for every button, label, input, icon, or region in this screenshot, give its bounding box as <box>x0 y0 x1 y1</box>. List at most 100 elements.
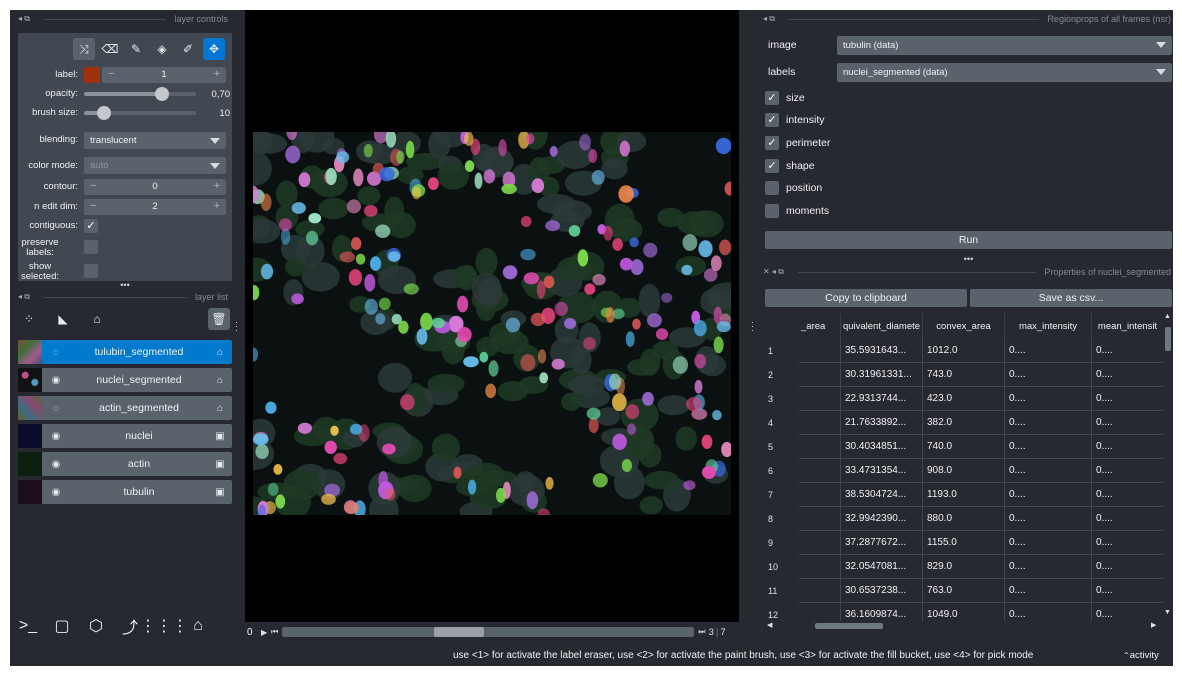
table-cell[interactable]: 743.0 <box>923 363 1005 387</box>
table-horizontal-scroll-handle[interactable] <box>815 623 883 629</box>
run-button[interactable]: Run <box>765 231 1172 249</box>
column-header[interactable]: convex_area <box>923 313 1005 339</box>
table-cell[interactable]: 0.... <box>1092 435 1164 459</box>
table-cell[interactable]: 0.... <box>1005 363 1092 387</box>
row-header[interactable]: 1 <box>765 339 799 363</box>
table-cell[interactable] <box>799 339 841 363</box>
image-select[interactable]: tubulin (data) <box>837 36 1172 55</box>
n-edit-dim-spinbox[interactable]: − 2 + <box>84 199 226 215</box>
table-cell[interactable] <box>799 435 841 459</box>
eye-open-icon[interactable]: ◉ <box>42 487 70 498</box>
opacity-slider-handle[interactable] <box>155 87 169 101</box>
table-cell[interactable] <box>799 579 841 603</box>
table-cell[interactable]: 0.... <box>1005 555 1092 579</box>
grid-view-button[interactable]: ⋮⋮⋮ <box>140 614 188 638</box>
table-horizontal-scrollbar[interactable]: ◀ ▶ <box>765 621 1163 631</box>
table-cell[interactable]: 1012.0 <box>923 339 1005 363</box>
table-cell[interactable]: 0.... <box>1005 483 1092 507</box>
table-cell[interactable]: 0.... <box>1005 411 1092 435</box>
scroll-right-icon[interactable]: ▶ <box>1151 621 1156 629</box>
roll-dims-button[interactable]: ⬡ <box>84 614 108 638</box>
table-cell[interactable]: 0.... <box>1005 579 1092 603</box>
ndisplay-button[interactable]: ▢ <box>50 614 74 638</box>
label-spinbox[interactable]: − 1 + <box>102 67 226 83</box>
size-option[interactable]: ✓ size <box>765 90 805 106</box>
table-cell[interactable]: 30.6537238... <box>841 579 923 603</box>
console-button[interactable]: >_ <box>16 614 40 638</box>
table-cell[interactable]: 38.5304724... <box>841 483 923 507</box>
row-header[interactable]: 6 <box>765 459 799 483</box>
properties-splitter[interactable]: · · · <box>751 318 757 335</box>
table-cell[interactable]: 32.0547081... <box>841 555 923 579</box>
table-cell[interactable]: 0.... <box>1092 483 1164 507</box>
position-option[interactable]: position <box>765 180 822 196</box>
label-increment-button[interactable]: + <box>214 68 220 80</box>
table-cell[interactable]: 37.2877672... <box>841 531 923 555</box>
table-cell[interactable] <box>799 387 841 411</box>
eye-open-icon[interactable]: ◉ <box>42 431 70 442</box>
perimeter-checkbox[interactable]: ✓ <box>765 136 779 150</box>
scroll-up-icon[interactable]: ▲ <box>1164 313 1171 320</box>
row-header[interactable]: 9 <box>765 531 799 555</box>
brush-size-slider-handle[interactable] <box>97 106 111 120</box>
table-cell[interactable]: 382.0 <box>923 411 1005 435</box>
table-cell[interactable]: 33.4731354... <box>841 459 923 483</box>
table-cell[interactable]: 740.0 <box>923 435 1005 459</box>
table-cell[interactable]: 0.... <box>1005 531 1092 555</box>
new-labels-layer-button[interactable]: ⌂ <box>86 308 108 330</box>
table-cell[interactable] <box>799 459 841 483</box>
blending-dropdown[interactable]: translucent <box>84 132 226 149</box>
dock-float-icon[interactable]: ◂ ⧉ <box>763 14 775 24</box>
labels-select[interactable]: nuclei_segmented (data) <box>837 63 1172 82</box>
contiguous-checkbox[interactable]: ✓ <box>84 219 98 233</box>
eye-open-icon[interactable]: ◉ <box>42 375 70 386</box>
opacity-slider[interactable] <box>84 87 196 101</box>
table-cell[interactable]: 30.31961331... <box>841 363 923 387</box>
step-forward-icon[interactable]: ⏭ <box>698 627 705 637</box>
play-icon[interactable]: ▶ <box>261 628 267 637</box>
table-cell[interactable]: 0.... <box>1005 435 1092 459</box>
column-header[interactable]: max_intensity <box>1005 313 1092 339</box>
label-color-swatch[interactable] <box>84 67 100 83</box>
layer-row-actin-segmented[interactable]: ◌ actin_segmented ⌂ <box>18 396 232 420</box>
eye-open-icon[interactable]: ◉ <box>42 459 70 470</box>
activity-button[interactable]: ⌃activity <box>1123 650 1159 661</box>
dock-float-icon[interactable]: ◂ ⧉ <box>18 292 30 302</box>
dims-slider[interactable] <box>282 627 695 637</box>
table-cell[interactable]: 880.0 <box>923 507 1005 531</box>
row-header[interactable]: 5 <box>765 435 799 459</box>
table-cell[interactable]: 0.... <box>1005 339 1092 363</box>
row-header[interactable]: 7 <box>765 483 799 507</box>
layer-row-tubulin[interactable]: ◉ tubulin ▣ <box>18 480 232 504</box>
table-cell[interactable]: 423.0 <box>923 387 1005 411</box>
table-cell[interactable]: 0.... <box>1005 387 1092 411</box>
moments-checkbox[interactable] <box>765 204 779 218</box>
row-header[interactable]: 4 <box>765 411 799 435</box>
shape-checkbox[interactable]: ✓ <box>765 159 779 173</box>
table-cell[interactable] <box>799 483 841 507</box>
size-checkbox[interactable]: ✓ <box>765 91 779 105</box>
perimeter-option[interactable]: ✓ perimeter <box>765 135 830 151</box>
intensity-checkbox[interactable]: ✓ <box>765 113 779 127</box>
table-cell[interactable] <box>799 507 841 531</box>
eye-closed-icon[interactable]: ◌ <box>42 403 70 414</box>
transpose-dims-button[interactable]: ⤴ <box>118 614 142 638</box>
save-as-csv-button[interactable]: Save as csv... <box>970 289 1172 307</box>
table-vertical-scrollbar[interactable]: ▲ ▼ <box>1163 313 1173 631</box>
intensity-option[interactable]: ✓ intensity <box>765 112 825 128</box>
viewer-canvas[interactable] <box>245 10 739 622</box>
layer-row-nuclei-segmented[interactable]: ◉ nuclei_segmented ⌂ <box>18 368 232 392</box>
dims-slider-handle[interactable] <box>434 627 485 637</box>
table-cell[interactable] <box>799 411 841 435</box>
table-cell[interactable]: 1193.0 <box>923 483 1005 507</box>
n-edit-dim-increment-button[interactable]: + <box>214 200 220 212</box>
table-cell[interactable]: 0.... <box>1092 579 1164 603</box>
paint-brush-button[interactable]: ✎ <box>125 38 147 60</box>
table-cell[interactable]: 0.... <box>1005 507 1092 531</box>
scroll-left-icon[interactable]: ◀ <box>767 621 772 629</box>
table-cell[interactable]: 829.0 <box>923 555 1005 579</box>
row-header[interactable]: 3 <box>765 387 799 411</box>
reset-view-button[interactable]: ⌂ <box>186 614 210 638</box>
layer-row-nuclei[interactable]: ◉ nuclei ▣ <box>18 424 232 448</box>
table-cell[interactable]: 35.5931643... <box>841 339 923 363</box>
